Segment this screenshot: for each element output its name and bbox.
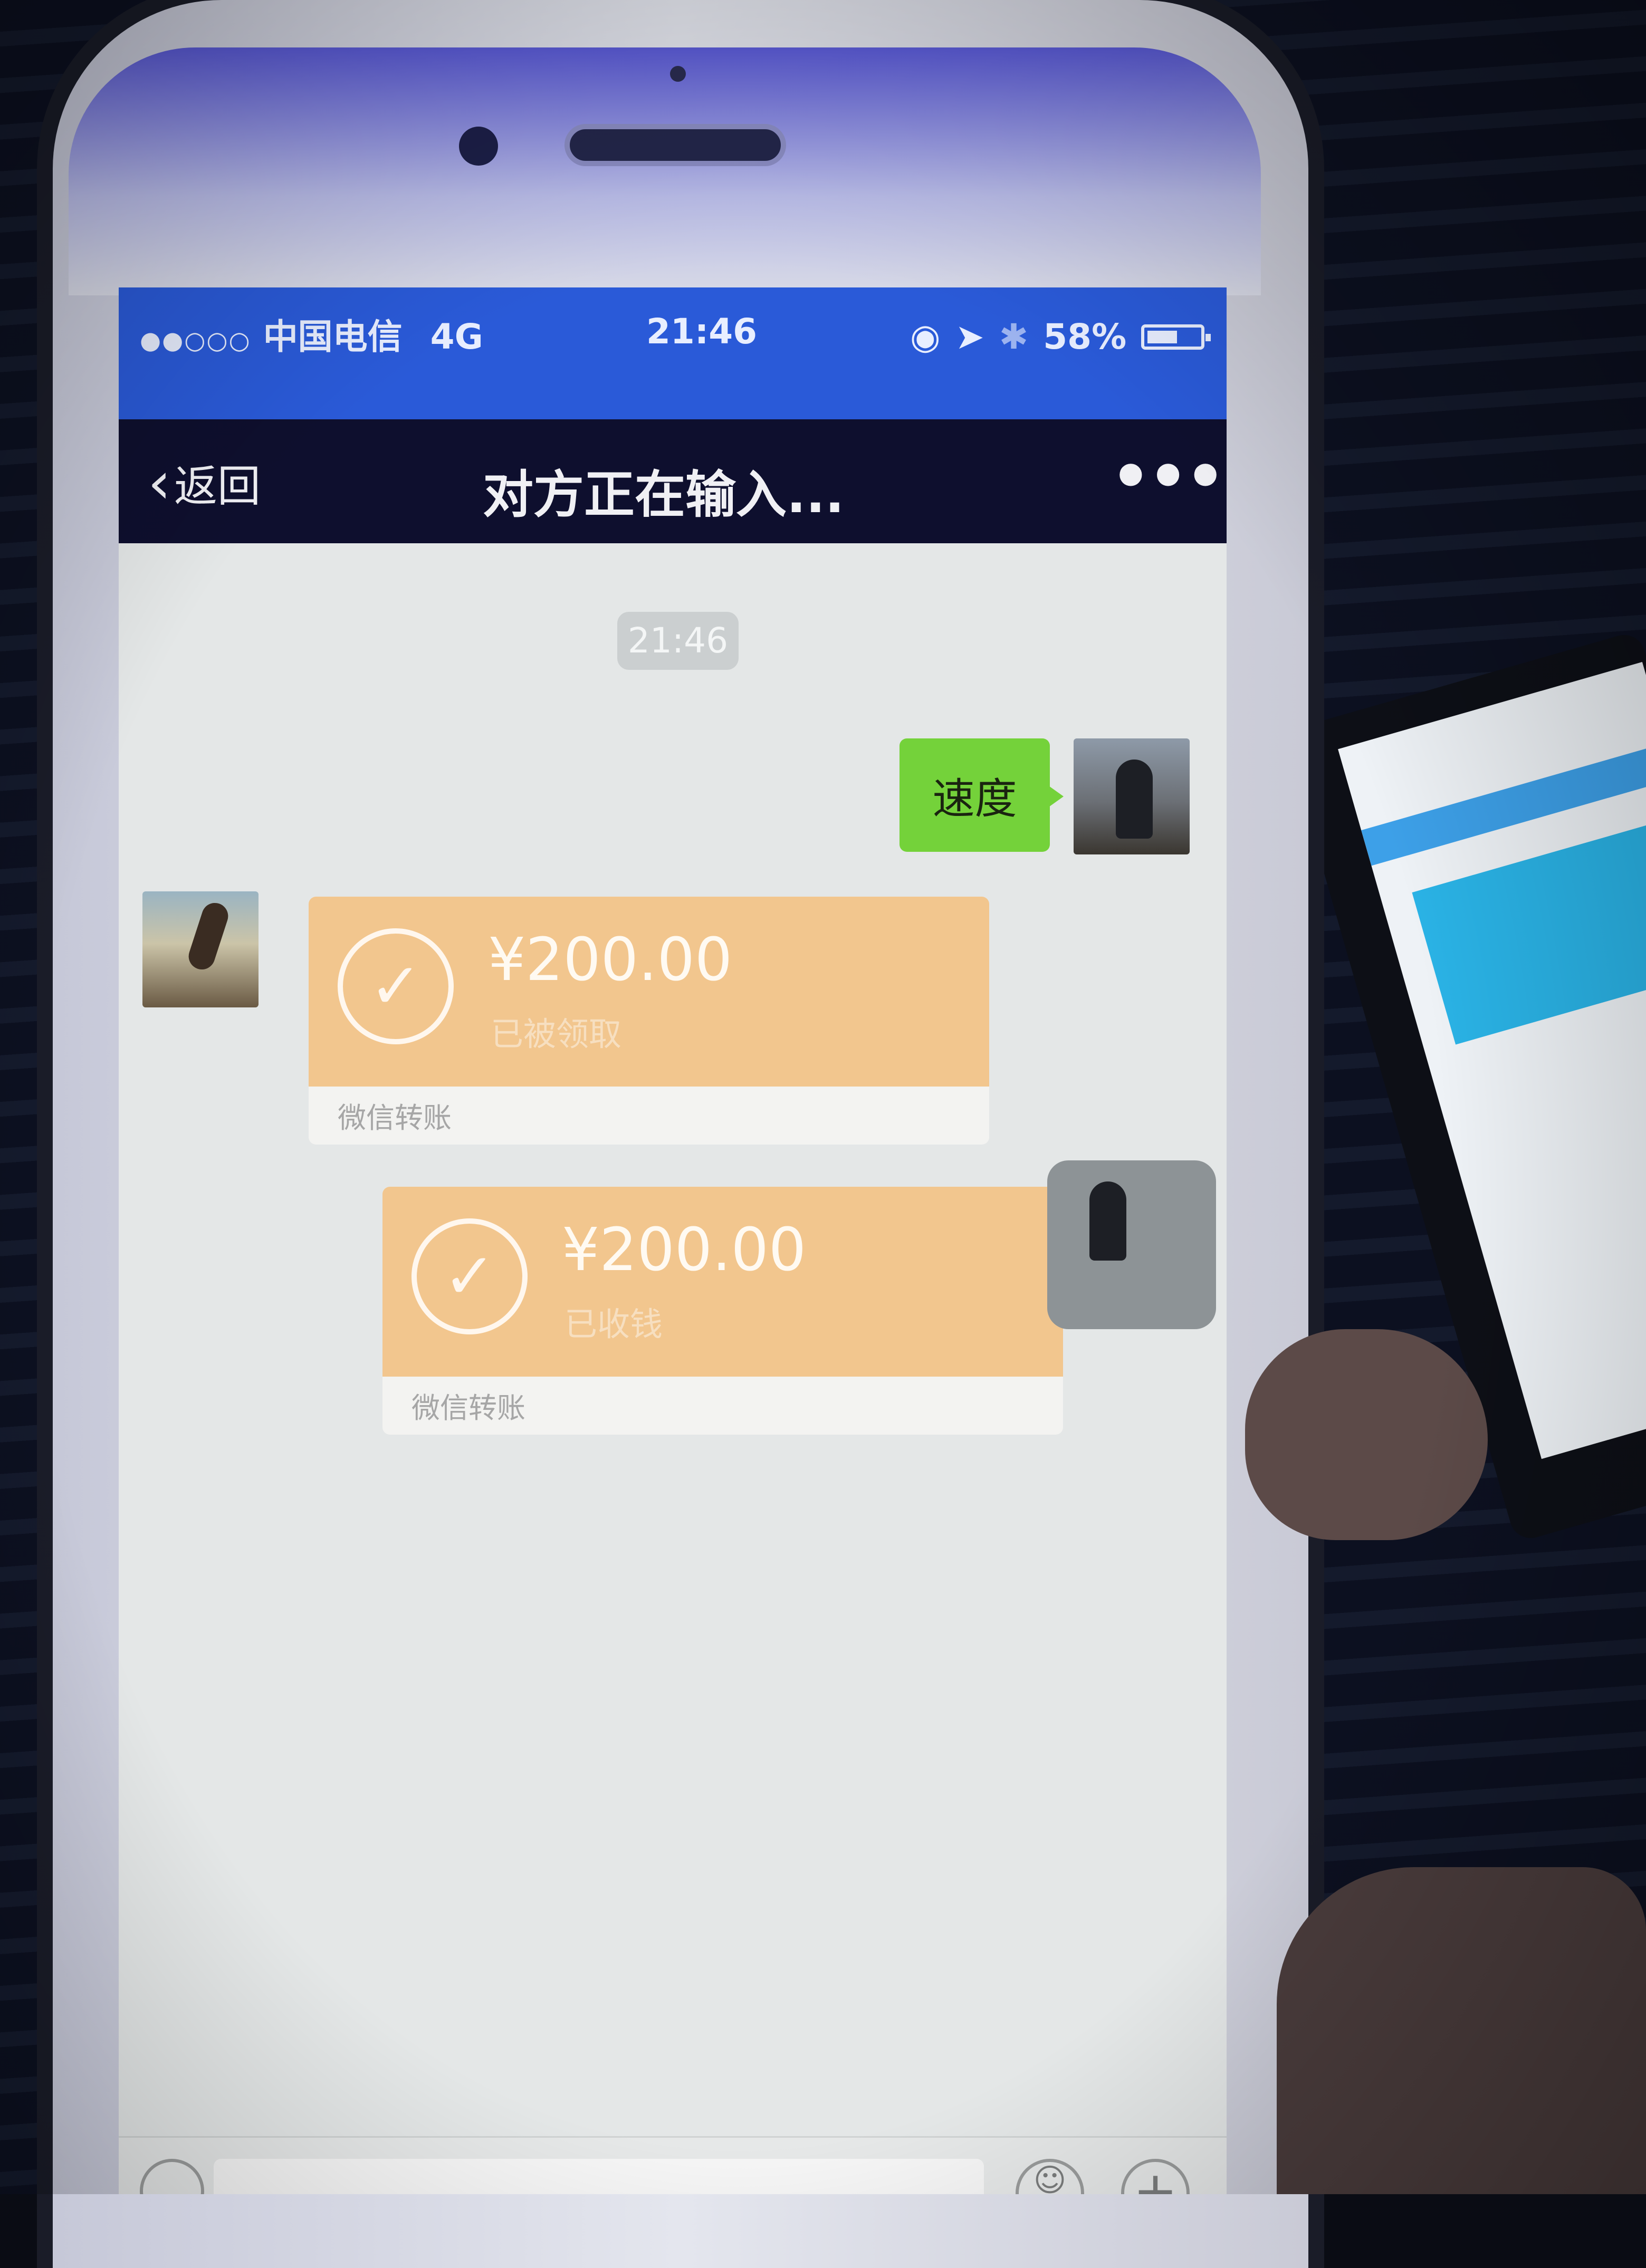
back-label: 返回 [174,462,261,512]
battery-nub [1205,333,1211,341]
network-type: 4G [430,316,483,357]
transfer-footer: 微信转账 [338,1101,452,1135]
transfer-footer: 微信转账 [412,1391,525,1425]
battery-level [1147,330,1178,343]
text-message[interactable]: 速度 [899,738,1064,852]
transfer-amount: ¥200.00 [562,1216,807,1284]
earpiece-speaker [564,124,786,166]
message-input[interactable] [214,2159,984,2194]
avatar-self-pressed[interactable] [1047,1160,1216,1329]
more-button[interactable]: ••• [1111,440,1226,514]
page-title: 对方正在输入... [483,465,845,524]
transfer-status: 已被领取 [491,1015,622,1053]
signal-strength-icon: ●●○○○ [140,326,251,354]
checkmark-circle-icon: ✓ [412,1218,528,1334]
transfer-status: 已收钱 [564,1305,663,1343]
input-bar: ☺ + [119,2136,1227,2194]
message-timestamp: 21:46 [617,612,739,670]
avatar-self[interactable] [1074,738,1190,854]
hand [1277,1867,1646,2194]
carrier-name: 中国电信 [263,316,403,357]
transfer-amount: ¥200.00 [488,926,733,994]
front-camera [459,127,498,166]
status-time: 21:46 [646,311,758,352]
status-bar: ●●○○○ 中国电信 4G 21:46 ◉ ➤ ✱ 58% [119,287,1227,419]
plus-icon[interactable]: + [1121,2159,1190,2194]
back-button[interactable]: ‹ 返回 [148,451,261,514]
avatar-contact[interactable] [142,891,259,1007]
phone-screen: ●●○○○ 中国电信 4G 21:46 ◉ ➤ ✱ 58% ‹ 返回 对方正在输… [119,287,1227,2194]
voice-icon[interactable] [140,2159,204,2194]
bluetooth-icon: ✱ [999,316,1029,357]
emoji-icon[interactable]: ☺ [1016,2159,1084,2194]
battery-icon [1141,324,1211,350]
checkmark-circle-icon: ✓ [338,928,454,1044]
proximity-sensor [670,66,686,82]
battery-percent: 58% [1043,316,1127,357]
orientation-lock-icon: ◉ [910,316,941,357]
chevron-left-icon: ‹ [148,448,171,516]
chat-area[interactable]: 21:46 速度 ✓ ¥200.00 已被领取 微信转账 ✓ ¥200.00 已… [119,543,1227,2194]
location-icon: ➤ [955,316,984,357]
transfer-message-received[interactable]: ✓ ¥200.00 已被领取 微信转账 [309,897,989,1145]
transfer-message-sent[interactable]: ✓ ¥200.00 已收钱 微信转账 [382,1187,1063,1435]
navigation-bar: ‹ 返回 对方正在输入... ••• [119,419,1227,543]
second-phone-panel [1412,814,1646,1045]
finger [1245,1329,1488,1540]
phone-bezel [69,47,1261,295]
carrier-info: ●●○○○ 中国电信 4G [140,309,483,359]
status-icons: ◉ ➤ ✱ 58% [910,316,1211,357]
